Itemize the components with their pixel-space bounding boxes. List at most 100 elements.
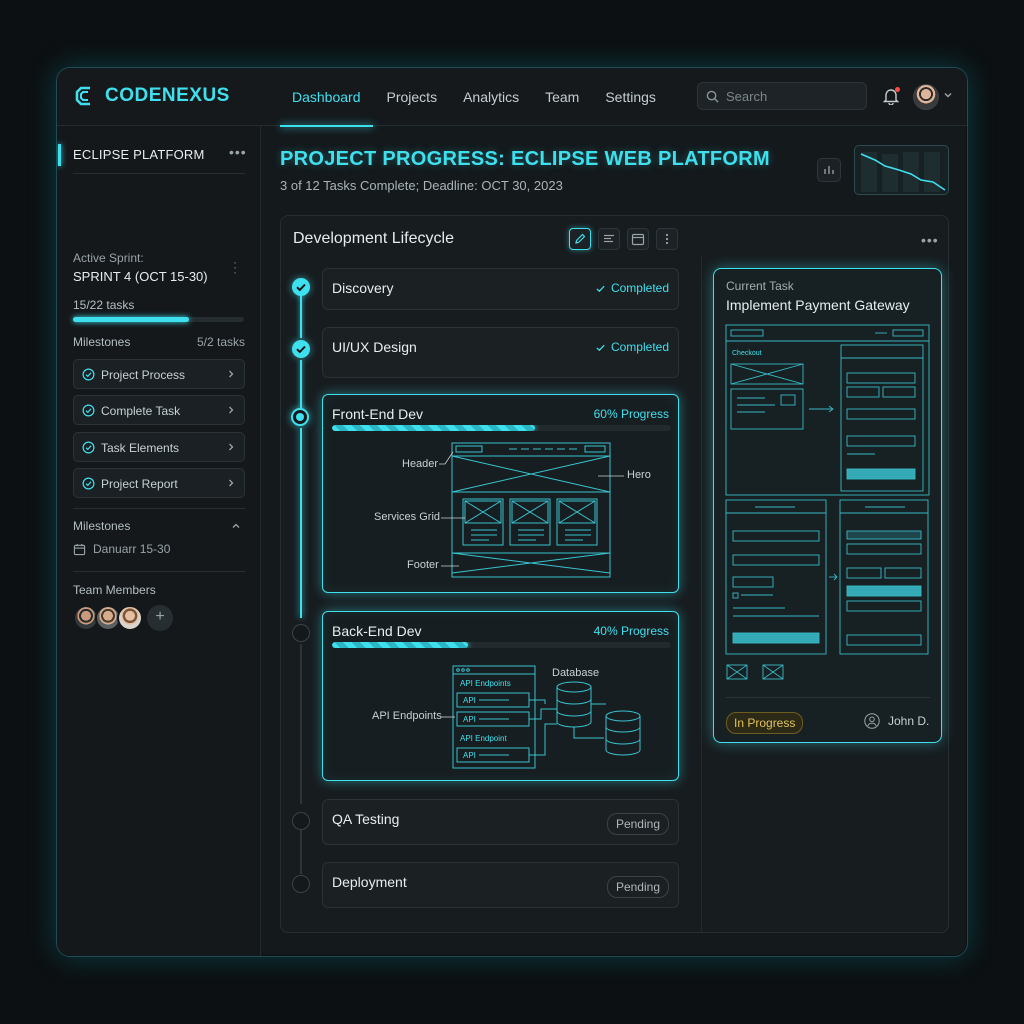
user-avatar[interactable]	[913, 84, 939, 110]
mockup-checkout-label: Checkout	[732, 350, 762, 357]
stage-title: UI/UX Design	[332, 339, 417, 355]
sidebar-project[interactable]: ECLIPSE PLATFORM •••	[57, 144, 261, 180]
pencil-icon	[575, 233, 586, 244]
calendar-view-button[interactable]	[627, 228, 649, 250]
team-members-label: Team Members	[73, 583, 156, 597]
search-input[interactable]	[726, 88, 856, 104]
nav-team[interactable]: Team	[532, 68, 592, 126]
leader-line	[441, 565, 459, 567]
notifications-button[interactable]	[882, 87, 900, 110]
nav-projects[interactable]: Projects	[374, 68, 451, 126]
user-icon	[864, 713, 880, 729]
milestone-item[interactable]: Task Elements	[73, 432, 245, 462]
chevron-right-icon	[229, 406, 234, 414]
list-view-button[interactable]	[598, 228, 620, 250]
stage-card-frontend[interactable]: Front-End Dev 60% Progress Header Hero S…	[322, 394, 679, 593]
panel-more-icon[interactable]: •••	[921, 232, 939, 248]
current-task-label: Current Task	[726, 279, 794, 293]
stage-card-qa[interactable]: QA Testing Pending	[322, 799, 679, 845]
milestone-item[interactable]: Project Process	[73, 359, 245, 389]
stage-status-text: Completed	[610, 281, 669, 295]
nav-settings[interactable]: Settings	[592, 68, 669, 126]
codenexus-logo-icon	[75, 86, 90, 106]
leader-line	[441, 517, 465, 519]
milestones-label: Milestones	[73, 519, 131, 533]
sidebar: ECLIPSE PLATFORM ••• Active Sprint: SPRI…	[57, 126, 261, 956]
task-assignee[interactable]: John D.	[864, 713, 929, 729]
check-icon	[296, 283, 306, 292]
website-wireframe	[451, 442, 611, 578]
stage-card-deployment[interactable]: Deployment Pending	[322, 862, 679, 908]
chevron-down-icon[interactable]	[943, 90, 953, 100]
calendar-icon	[631, 233, 645, 246]
check-circle-icon	[82, 477, 95, 490]
vertical-dots-icon	[665, 233, 669, 245]
add-member-button[interactable]: +	[147, 605, 173, 631]
chevron-right-icon	[229, 479, 234, 487]
more-options-icon[interactable]: •••	[229, 144, 247, 160]
logo[interactable]: CODENEXUS	[73, 84, 230, 108]
wireframe-label-grid: Services Grid	[374, 511, 441, 523]
divider	[73, 508, 245, 509]
stage-title: QA Testing	[332, 811, 400, 827]
milestone-item[interactable]: Complete Task	[73, 395, 245, 425]
stage-node-pending	[292, 875, 310, 893]
database-label: Database	[552, 667, 600, 679]
milestones-section-header[interactable]: Milestones	[73, 519, 245, 533]
sprint-menu-icon[interactable]: · · ·	[233, 256, 237, 278]
more-tools-button[interactable]	[656, 228, 678, 250]
leader-line	[598, 475, 624, 477]
notification-dot	[895, 87, 900, 92]
stage-status-text: 40% Progress	[593, 624, 669, 638]
divider	[73, 571, 245, 572]
stage-card-discovery[interactable]: Discovery Completed	[322, 268, 679, 310]
stage-card-uiux[interactable]: UI/UX Design Completed	[322, 327, 679, 378]
top-bar: CODENEXUS Dashboard Projects Analytics T…	[57, 68, 967, 127]
chevron-right-icon	[229, 443, 234, 451]
wireframe-label-hero: Hero	[627, 469, 651, 481]
nav-dashboard[interactable]: Dashboard	[279, 68, 374, 127]
list-icon	[604, 234, 614, 243]
lifecycle-panel: Development Lifecycle ••• Discovery Comp…	[280, 215, 949, 933]
milestone-label: Project Process	[101, 368, 186, 382]
timeline-segment	[300, 360, 302, 414]
check-icon	[596, 285, 605, 292]
timeline-segment	[300, 294, 302, 338]
leader-line	[439, 451, 454, 465]
app-window: CODENEXUS Dashboard Projects Analytics T…	[56, 67, 968, 957]
stage-status-badge: Pending	[606, 813, 669, 835]
stage-node-pending	[292, 624, 310, 642]
api-item-label: API	[463, 696, 476, 705]
stage-node-pending	[292, 812, 310, 830]
sprint-value: SPRINT 4 (OCT 15-30)	[73, 269, 208, 284]
bar-chart-icon	[824, 166, 834, 174]
search-icon	[706, 90, 719, 103]
check-circle-icon	[82, 368, 95, 381]
sprint-label: Active Sprint:	[73, 251, 144, 265]
burndown-chart-icon	[860, 152, 946, 192]
stage-card-backend[interactable]: Back-End Dev 40% Progress API Endpoints …	[322, 611, 679, 781]
team-avatars: +	[73, 605, 173, 631]
burndown-thumbnail[interactable]	[854, 145, 949, 195]
nav-analytics[interactable]: Analytics	[450, 68, 532, 126]
check-circle-icon	[82, 404, 95, 417]
sprint-progress-bar	[73, 317, 244, 322]
current-task-title: Implement Payment Gateway	[726, 297, 910, 313]
api-box-title: API Endpoint	[460, 734, 507, 743]
page-title: PROJECT PROGRESS: ECLIPSE WEB PLATFORM	[280, 148, 770, 170]
main-nav: Dashboard Projects Analytics Team Settin…	[279, 68, 669, 127]
edit-tool-button[interactable]	[569, 228, 591, 250]
milestone-item[interactable]: Project Report	[73, 468, 245, 498]
assignee-name: John D.	[888, 714, 930, 728]
chart-view-button[interactable]	[817, 158, 841, 182]
timeline-segment	[300, 644, 302, 804]
stage-status: Completed	[595, 340, 669, 354]
lifecycle-title: Development Lifecycle	[293, 230, 454, 247]
api-item-label: API	[463, 751, 476, 760]
project-name: ECLIPSE PLATFORM	[73, 147, 205, 162]
stage-title: Discovery	[332, 280, 394, 296]
wireframe-label-header: Header	[402, 458, 439, 470]
search-box[interactable]	[697, 82, 867, 110]
current-task-card[interactable]: Current Task Implement Payment Gateway C…	[713, 268, 942, 743]
team-avatar[interactable]	[117, 605, 143, 631]
